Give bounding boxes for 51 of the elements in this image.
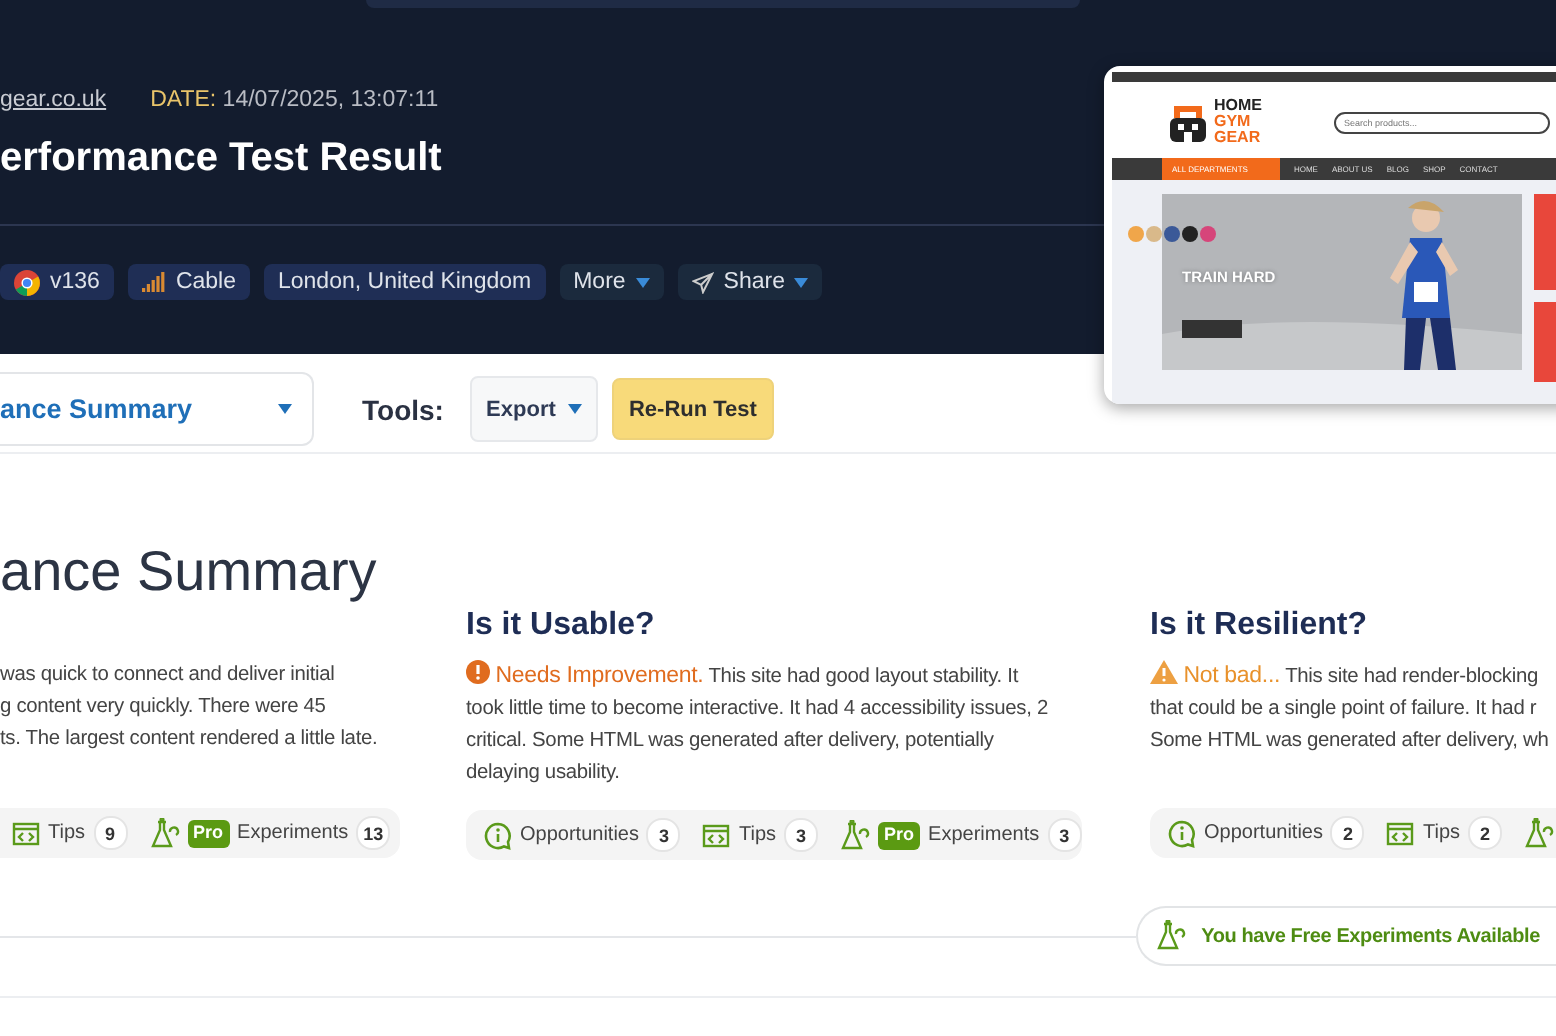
store-logo: HOME GYM GEAR xyxy=(1214,98,1262,146)
free-experiments-banner[interactable]: You have Free Experiments Available xyxy=(1135,906,1556,966)
summary-text: Not bad... This site had render-blocking that could be a single point of failure. It had r Some HTML was generated after delivery, wh xyxy=(1150,660,1549,756)
flask-icon xyxy=(840,819,871,851)
tools-label: Tools: xyxy=(362,393,444,425)
opportunities-link[interactable]: Opportunities 2 xyxy=(1168,816,1365,850)
alert-icon xyxy=(466,660,490,684)
summary-heading: Is it Resilient? xyxy=(1150,608,1369,646)
signal-bars-icon xyxy=(141,272,166,292)
caret-icon xyxy=(794,277,809,287)
page-title: erformance Test Result xyxy=(0,136,442,184)
browser-tag: v136 xyxy=(0,264,114,300)
experiments-link[interactable]: Pro Experiments 3 xyxy=(840,818,1082,852)
location-tag: London, United Kingdom xyxy=(264,264,546,300)
flask-icon xyxy=(149,817,180,849)
experiments-link[interactable] xyxy=(1524,817,1555,849)
tips-link[interactable]: Tips 9 xyxy=(12,816,128,850)
tips-link[interactable]: Tips 3 xyxy=(702,818,819,852)
code-window-icon xyxy=(1386,820,1415,846)
share-button[interactable]: Share xyxy=(677,264,823,300)
site-link[interactable]: gear.co.uk xyxy=(0,88,107,112)
summary-heading: Is it Usable? xyxy=(466,608,657,646)
code-window-icon xyxy=(12,820,40,846)
tips-link[interactable]: Tips 2 xyxy=(1386,816,1503,850)
pro-badge: Pro xyxy=(187,819,230,847)
more-button[interactable]: More xyxy=(559,264,664,300)
hero-button[interactable] xyxy=(1182,320,1242,338)
summary-text: Needs Improvement. This site had good layout stability. It took little time to become interactive. It had 4 accessibility issues, 2 critical. Some HTML was generated after delivery, potentially delaying usability. xyxy=(466,660,1049,788)
kettlebell-logo-icon xyxy=(1168,102,1208,142)
test-date: DATE: 14/07/2025, 13:07:11 xyxy=(150,88,439,112)
connection-tag: Cable xyxy=(127,264,250,300)
export-button[interactable]: Export xyxy=(469,376,598,442)
info-icon xyxy=(484,821,512,849)
flask-icon xyxy=(1155,920,1186,952)
browser-logo-icon xyxy=(14,269,40,295)
code-window-icon xyxy=(702,822,731,848)
experiments-link[interactable]: Pro Experiments 13 xyxy=(149,816,391,850)
summary-text: was quick to connect and deliver initial g content very quickly. There were 45 ts. The largest content rendered a little late. xyxy=(0,662,378,754)
social-icons-drawing xyxy=(1128,226,1216,242)
send-icon xyxy=(691,271,714,293)
flask-icon xyxy=(1524,817,1555,849)
caret-icon xyxy=(278,404,292,414)
pro-badge: Pro xyxy=(878,821,921,849)
caret-icon xyxy=(567,404,582,414)
caret-icon xyxy=(635,277,650,287)
warning-icon xyxy=(1150,660,1178,684)
view-select[interactable]: ance Summary xyxy=(0,372,314,446)
section-title: ance Summary xyxy=(0,540,379,606)
info-icon xyxy=(1168,819,1196,847)
opportunities-link[interactable]: Opportunities 3 xyxy=(484,818,681,852)
rerun-button[interactable]: Re-Run Test xyxy=(611,378,774,440)
